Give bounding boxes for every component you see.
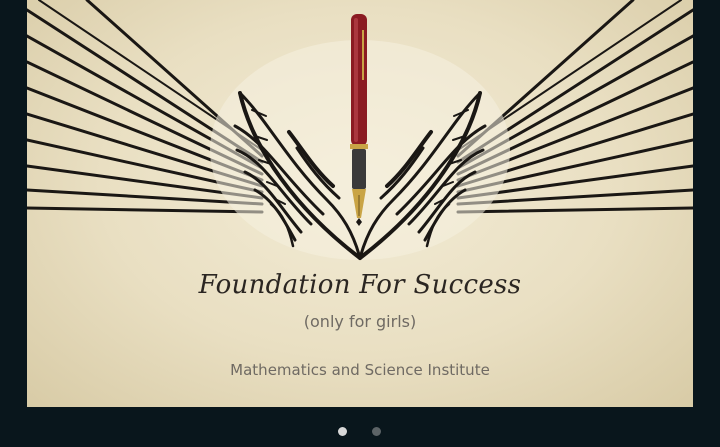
institute-name: Mathematics and Science Institute [230, 361, 490, 379]
carousel-dot-1[interactable] [338, 427, 347, 436]
carousel-pagination [0, 427, 720, 441]
subtitle: (only for girls) [303, 312, 417, 331]
page-title: Foundation For Success [198, 270, 522, 300]
carousel-slide[interactable]: Foundation For Success (only for girls) … [27, 0, 693, 407]
logo-artwork [27, 0, 693, 260]
carousel-dot-2[interactable] [372, 427, 381, 436]
